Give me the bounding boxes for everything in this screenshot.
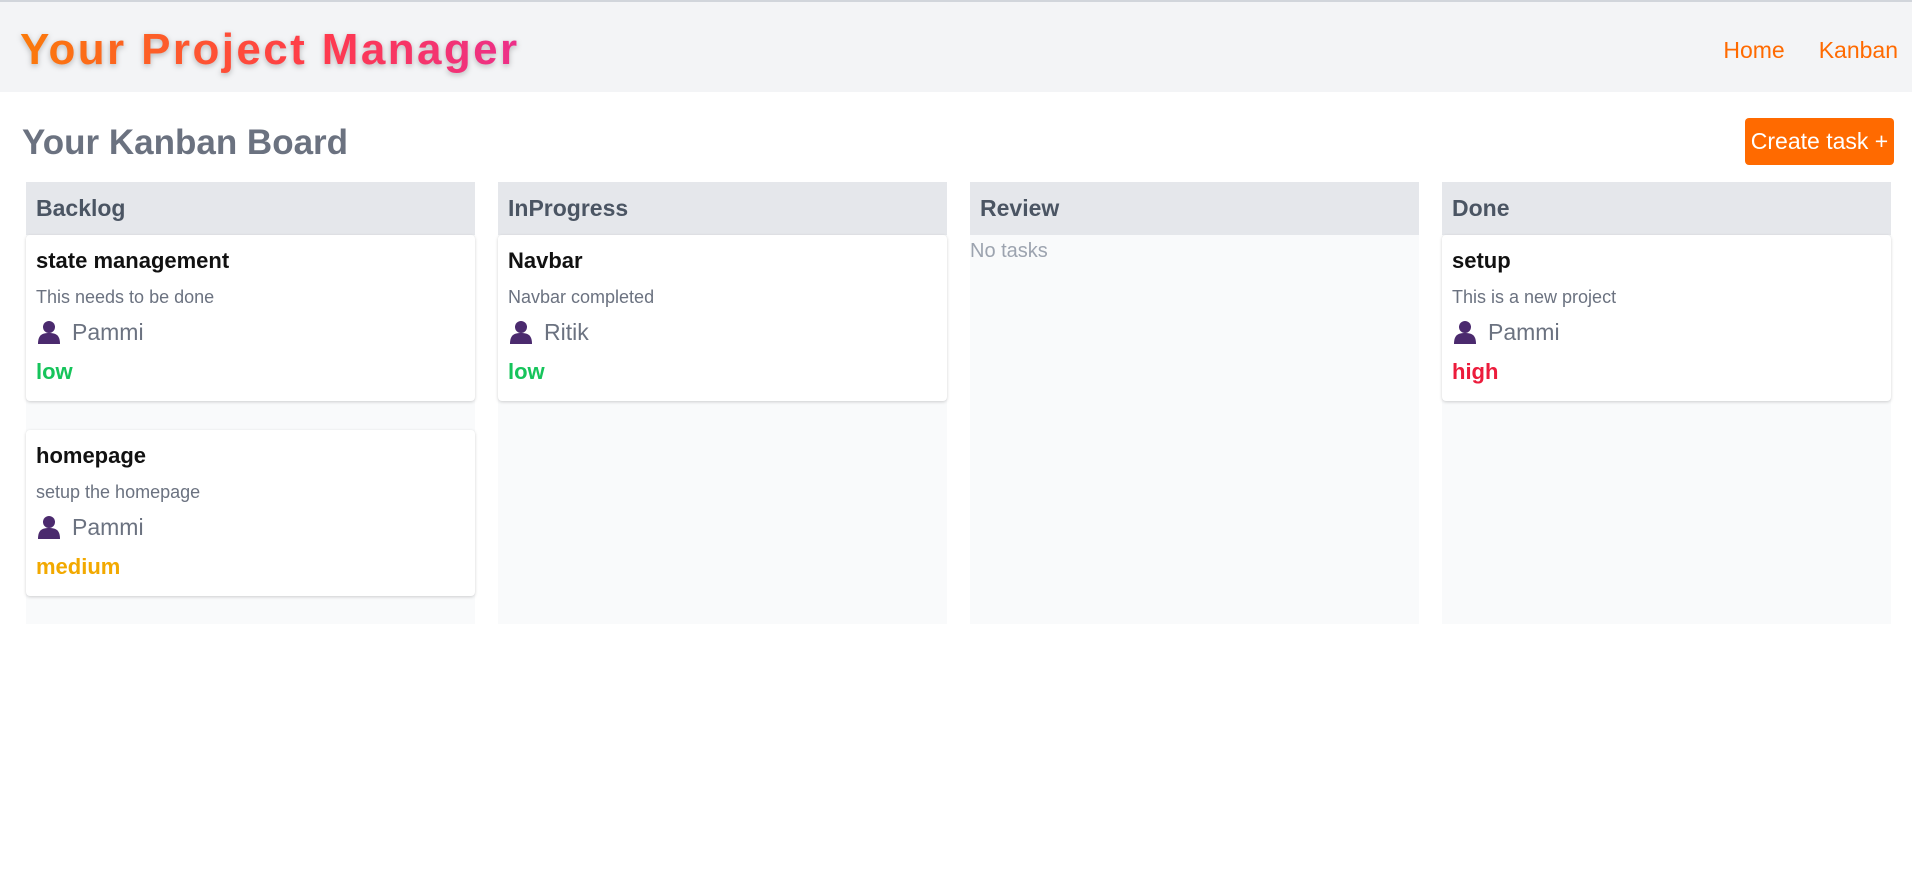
priority-label: high	[1452, 359, 1499, 384]
user-icon	[38, 321, 60, 344]
assignee-name: Pammi	[1488, 319, 1560, 345]
task-assignee: Ritik	[510, 318, 589, 346]
task-assignee: Pammi	[1454, 318, 1560, 346]
column-header: Review	[970, 182, 1419, 235]
task-card[interactable]: setup This is a new project Pammi high	[1442, 235, 1891, 401]
task-title: homepage	[36, 443, 147, 468]
column-header: Done	[1442, 182, 1891, 235]
user-icon	[1454, 321, 1476, 344]
task-description: This is a new project	[1452, 287, 1617, 307]
assignee-name: Pammi	[72, 319, 144, 345]
task-title: Navbar	[508, 248, 583, 273]
nav-link-home[interactable]: Home	[1723, 36, 1784, 64]
task-card[interactable]: Navbar Navbar completed Ritik low	[498, 235, 947, 401]
task-description: This needs to be done	[36, 287, 215, 307]
task-card[interactable]: homepage setup the homepage Pammi medium	[26, 430, 475, 596]
empty-state-text: No tasks	[970, 240, 1048, 262]
column-review[interactable]: Review No tasks	[970, 182, 1419, 624]
task-card[interactable]: state management This needs to be done P…	[26, 235, 475, 401]
task-assignee: Pammi	[38, 318, 144, 346]
task-title: setup	[1452, 248, 1511, 273]
column-header: Backlog	[26, 182, 475, 235]
priority-label: low	[508, 359, 545, 384]
user-icon	[510, 321, 532, 344]
nav-link-kanban[interactable]: Kanban	[1819, 36, 1898, 64]
task-description: Navbar completed	[508, 287, 655, 307]
app-logo-title[interactable]: Your Project Manager	[20, 24, 520, 76]
task-title: state management	[36, 248, 230, 273]
priority-label: medium	[36, 554, 121, 579]
page-title: Your Kanban Board	[22, 123, 349, 162]
column-inprogress[interactable]: InProgress Navbar Navbar completed Ritik…	[498, 182, 947, 624]
column-done[interactable]: Done setup This is a new project Pammi h…	[1442, 182, 1891, 624]
column-header: InProgress	[498, 182, 947, 235]
main-nav: Home Kanban	[1723, 36, 1898, 64]
user-icon	[38, 516, 60, 539]
column-backlog[interactable]: Backlog state management This needs to b…	[26, 182, 475, 624]
assignee-name: Pammi	[72, 514, 144, 540]
priority-label: low	[36, 359, 73, 384]
task-assignee: Pammi	[38, 513, 144, 541]
assignee-name: Ritik	[544, 319, 589, 345]
top-navbar: Your Project Manager Home Kanban	[0, 0, 1912, 92]
task-description: setup the homepage	[36, 482, 201, 502]
create-task-button[interactable]: Create task +	[1745, 118, 1894, 165]
